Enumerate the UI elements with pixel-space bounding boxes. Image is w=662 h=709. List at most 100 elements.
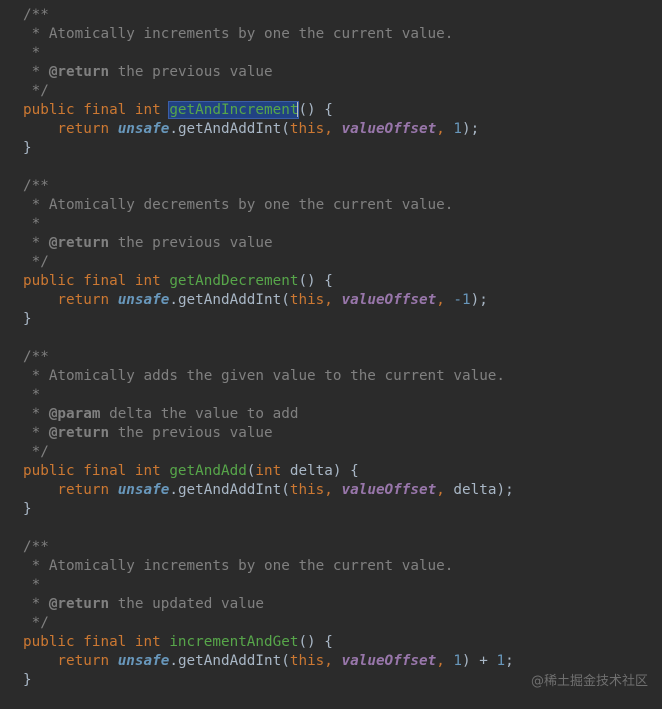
code-token: /** — [23, 7, 49, 23]
code-token: 1 — [453, 653, 463, 669]
code-token: int — [255, 463, 290, 479]
code-token: , — [436, 482, 454, 498]
code-token: incrementAndGet — [169, 634, 299, 650]
code-line[interactable]: * @return the previous value — [23, 234, 514, 253]
code-token: unsafe — [117, 482, 170, 498]
code-token: * — [23, 216, 41, 232]
code-token: this — [289, 292, 325, 308]
code-token: () { — [298, 102, 333, 118]
code-line[interactable]: * @param delta the value to add — [23, 405, 514, 424]
code-line[interactable]: public final int getAndIncrement() { — [23, 101, 514, 120]
code-token: .getAndAddInt( — [169, 482, 290, 498]
code-line[interactable]: * @return the previous value — [23, 63, 514, 82]
code-token: * — [23, 406, 49, 422]
code-line[interactable]: * — [23, 576, 514, 595]
code-line[interactable]: * @return the previous value — [23, 424, 514, 443]
code-line[interactable]: * Atomically decrements by one the curre… — [23, 196, 514, 215]
code-line[interactable]: */ — [23, 253, 514, 272]
code-token: , — [324, 121, 342, 137]
code-token: .getAndAddInt( — [169, 121, 290, 137]
code-token: , — [436, 653, 454, 669]
code-token: * — [23, 596, 49, 612]
code-token: getAndAdd — [169, 463, 247, 479]
code-line[interactable]: * — [23, 386, 514, 405]
code-line[interactable]: } — [23, 310, 514, 329]
code-token: @return — [48, 596, 110, 612]
code-token: } — [23, 140, 32, 156]
code-token: , — [324, 292, 342, 308]
code-token: * — [23, 425, 49, 441]
code-token: */ — [23, 615, 49, 631]
code-token: valueOffset — [341, 292, 437, 308]
code-token: the updated value — [109, 596, 265, 612]
code-line[interactable] — [23, 158, 514, 177]
code-line[interactable]: public final int getAndDecrement() { — [23, 272, 514, 291]
code-line[interactable]: /** — [23, 177, 514, 196]
code-token: /** — [23, 539, 49, 555]
code-line[interactable]: } — [23, 500, 514, 519]
code-line[interactable]: /** — [23, 348, 514, 367]
code-token: ) + — [462, 653, 497, 669]
code-token: delta the value to add — [100, 406, 299, 422]
code-token: public final int — [23, 102, 170, 118]
code-token: /** — [23, 349, 49, 365]
code-token: this — [289, 121, 325, 137]
code-token: * — [23, 64, 49, 80]
code-token: @return — [48, 425, 110, 441]
code-line[interactable] — [23, 519, 514, 538]
code-token: , — [324, 482, 342, 498]
code-line[interactable]: * Atomically increments by one the curre… — [23, 25, 514, 44]
code-token: the previous value — [109, 235, 273, 251]
code-token: valueOffset — [341, 121, 437, 137]
code-token: ); — [496, 482, 514, 498]
code-token: } — [23, 501, 32, 517]
code-token: return — [23, 292, 118, 308]
code-token: unsafe — [117, 121, 170, 137]
code-token: valueOffset — [341, 653, 437, 669]
code-token: () { — [298, 273, 333, 289]
code-token: return — [23, 653, 118, 669]
code-editor[interactable]: /** * Atomically increments by one the c… — [0, 0, 662, 709]
code-token: public final int — [23, 273, 170, 289]
code-token: @return — [48, 235, 110, 251]
code-token: ) { — [332, 463, 359, 479]
code-line[interactable]: public final int incrementAndGet() { — [23, 633, 514, 652]
code-area[interactable]: /** * Atomically increments by one the c… — [23, 6, 514, 690]
code-line[interactable]: return unsafe.getAndAddInt(this, valueOf… — [23, 291, 514, 310]
code-line[interactable]: * Atomically adds the given value to the… — [23, 367, 514, 386]
code-line[interactable]: * @return the updated value — [23, 595, 514, 614]
code-line[interactable]: return unsafe.getAndAddInt(this, valueOf… — [23, 481, 514, 500]
code-line[interactable]: } — [23, 139, 514, 158]
code-token: * Atomically adds the given value to the… — [23, 368, 506, 384]
code-token: 1 — [453, 121, 463, 137]
code-token: unsafe — [117, 292, 170, 308]
code-line[interactable]: return unsafe.getAndAddInt(this, valueOf… — [23, 652, 514, 671]
code-line[interactable]: */ — [23, 82, 514, 101]
code-token: * — [23, 235, 49, 251]
code-line[interactable]: public final int getAndAdd(int delta) { — [23, 462, 514, 481]
code-token: * Atomically increments by one the curre… — [23, 26, 454, 42]
code-token: public final int — [23, 463, 170, 479]
code-line[interactable]: * — [23, 215, 514, 234]
code-line[interactable]: return unsafe.getAndAddInt(this, valueOf… — [23, 120, 514, 139]
code-token: valueOffset — [341, 482, 437, 498]
code-line[interactable]: * — [23, 44, 514, 63]
code-token: delta — [453, 482, 497, 498]
code-token: public final int — [23, 634, 170, 650]
code-line[interactable]: } — [23, 671, 514, 690]
code-line[interactable]: /** — [23, 6, 514, 25]
code-line[interactable]: */ — [23, 443, 514, 462]
code-line[interactable]: * Atomically increments by one the curre… — [23, 557, 514, 576]
code-line[interactable]: /** — [23, 538, 514, 557]
code-token: * — [23, 45, 41, 61]
code-token: ); — [462, 121, 480, 137]
code-line[interactable]: */ — [23, 614, 514, 633]
code-token: } — [23, 672, 32, 688]
code-line[interactable] — [23, 329, 514, 348]
code-token: * Atomically increments by one the curre… — [23, 558, 454, 574]
watermark: @稀土掘金技术社区 — [530, 674, 648, 689]
code-token: * — [23, 387, 41, 403]
code-token: ; — [505, 653, 514, 669]
code-token: * — [23, 577, 41, 593]
code-token: the previous value — [109, 425, 273, 441]
